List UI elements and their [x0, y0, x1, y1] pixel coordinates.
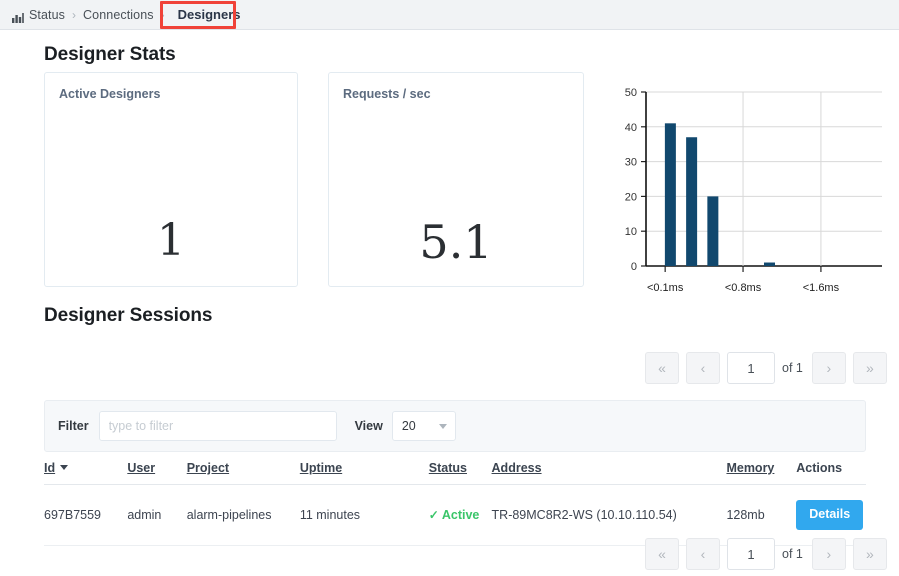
designer-sessions-heading: Designer Sessions — [44, 305, 213, 326]
cell-user: admin — [127, 484, 187, 546]
svg-text:10: 10 — [625, 226, 637, 238]
bar-chart-icon — [12, 10, 24, 23]
column-header-user[interactable]: User — [127, 452, 187, 485]
column-header-actions: Actions — [796, 452, 866, 485]
breadcrumb-item-designers[interactable]: Designers — [172, 5, 247, 25]
column-header-address[interactable]: Address — [491, 452, 727, 485]
active-designers-title: Active Designers — [59, 87, 161, 101]
view-label: View — [354, 419, 383, 433]
column-header-project[interactable]: Project — [186, 452, 300, 485]
pagination-last-button[interactable]: » — [852, 352, 887, 384]
status-badge: ✓ Active — [429, 508, 480, 522]
cell-uptime: 11 minutes — [299, 484, 429, 546]
breadcrumb-separator: › — [160, 7, 165, 22]
pagination-first-button[interactable]: « — [645, 538, 679, 570]
chevron-down-icon — [438, 424, 447, 429]
pagination-top: « ‹ of 1 › » — [645, 352, 894, 384]
svg-text:0: 0 — [631, 261, 637, 273]
pagination-prev-button[interactable]: ‹ — [686, 538, 720, 570]
view-select-value: 20 — [401, 419, 416, 433]
cell-memory: 128mb — [726, 484, 797, 546]
pagination-total-label: of 1 — [782, 361, 803, 375]
cell-id: 697B7559 — [44, 484, 128, 546]
pagination-bottom: « ‹ of 1 › » — [645, 538, 894, 570]
column-header-status[interactable]: Status — [428, 452, 492, 485]
filter-input[interactable] — [98, 411, 337, 441]
pagination-prev-button[interactable]: ‹ — [686, 352, 720, 384]
status-label: Active — [441, 507, 480, 522]
breadcrumb-item-status[interactable]: Status — [29, 8, 65, 22]
svg-text:40: 40 — [625, 122, 637, 134]
svg-text:50: 50 — [625, 87, 637, 99]
svg-text:20: 20 — [625, 191, 637, 203]
svg-text:30: 30 — [625, 157, 637, 169]
sort-desc-icon — [60, 465, 69, 470]
view-select[interactable]: 20 — [391, 411, 456, 441]
cell-actions: Details — [796, 484, 866, 546]
details-button[interactable]: Details — [796, 500, 864, 530]
svg-text:<0.8ms: <0.8ms — [725, 282, 762, 294]
check-icon: ✓ — [428, 507, 439, 522]
pagination-last-button[interactable]: » — [852, 538, 887, 570]
designer-sessions-table: Id User Project Uptime Status Address Me… — [44, 452, 866, 546]
column-header-memory[interactable]: Memory — [726, 452, 797, 485]
active-designers-card: Active Designers 1 — [44, 72, 298, 287]
pagination-page-input[interactable] — [727, 352, 775, 384]
breadcrumb-item-connections[interactable]: Connections — [83, 8, 154, 22]
cell-project: alarm-pipelines — [186, 484, 300, 546]
requests-per-sec-title: Requests / sec — [343, 87, 431, 101]
cell-address: TR-89MC8R2-WS (10.10.110.54) — [491, 484, 727, 546]
svg-text:<1.6ms: <1.6ms — [803, 282, 840, 294]
response-time-histogram: 0 10 20 30 40 50 <0.1ms <0.8ms <1.6ms — [600, 80, 890, 300]
active-designers-value: 1 — [157, 215, 185, 266]
filter-label: Filter — [58, 419, 89, 433]
histogram-svg: 0 10 20 30 40 50 <0.1ms <0.8ms <1.6ms — [625, 87, 882, 294]
pagination-page-input[interactable] — [727, 538, 775, 570]
pagination-total-label: of 1 — [782, 547, 803, 561]
breadcrumb-bar: Status › Connections › Designers — [0, 0, 899, 30]
requests-per-sec-card: Requests / sec 5.1 — [328, 72, 584, 287]
pagination-next-button[interactable]: › — [811, 538, 846, 570]
pagination-first-button[interactable]: « — [645, 352, 679, 384]
cell-status: ✓ Active — [428, 484, 492, 546]
svg-text:<0.1ms: <0.1ms — [647, 282, 684, 294]
table-header-row: Id User Project Uptime Status Address Me… — [44, 452, 866, 485]
breadcrumb-separator: › — [72, 7, 77, 22]
filter-bar: Filter View 20 — [44, 400, 866, 452]
column-header-uptime[interactable]: Uptime — [299, 452, 429, 485]
pagination-next-button[interactable]: › — [811, 352, 846, 384]
requests-per-sec-value: 5.1 — [419, 215, 493, 269]
column-header-id[interactable]: Id — [44, 452, 128, 485]
table-row: 697B7559 admin alarm-pipelines 11 minute… — [44, 484, 866, 546]
designer-stats-heading: Designer Stats — [44, 44, 176, 65]
